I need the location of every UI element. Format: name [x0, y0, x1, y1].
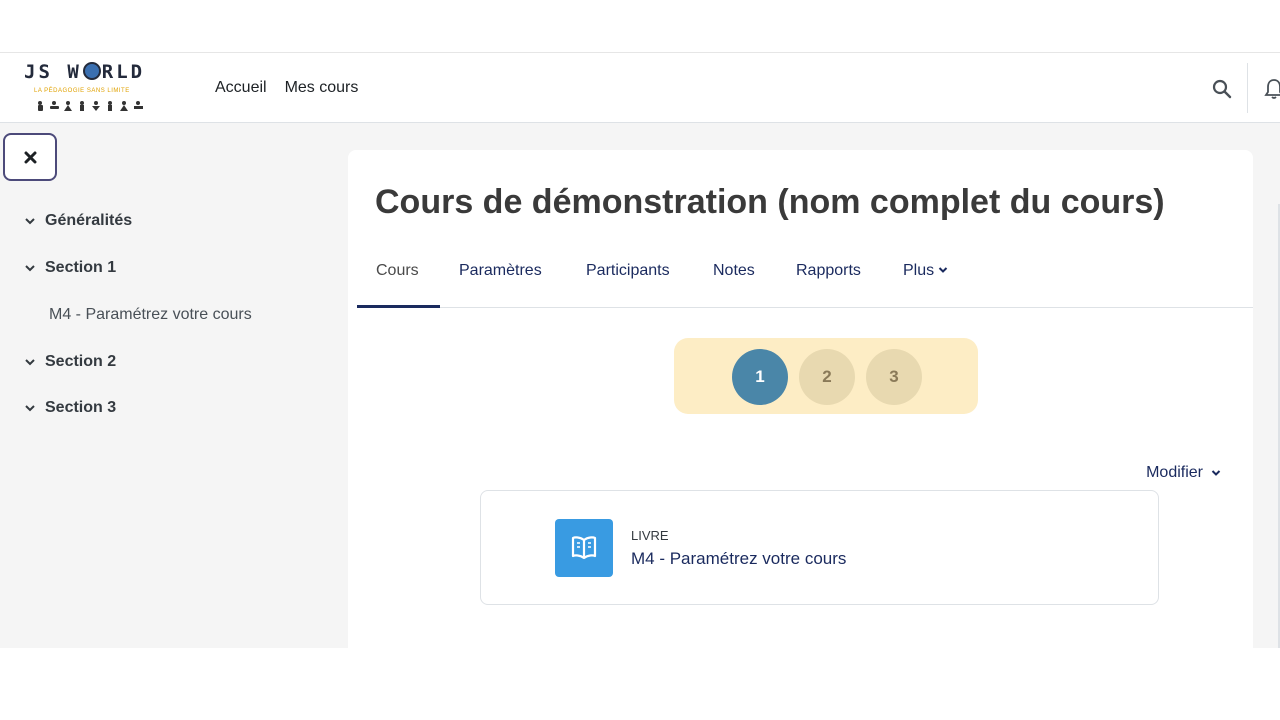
- tab-plus[interactable]: Plus: [903, 252, 948, 308]
- page-button-2[interactable]: 2: [799, 349, 855, 405]
- primary-nav: Accueil Mes cours: [215, 79, 358, 97]
- chevron-down-icon: [938, 267, 948, 273]
- tab-rapports[interactable]: Rapports: [796, 252, 861, 308]
- course-index-drawer: Généralités Section 1 M4 - Paramétrez vo…: [0, 123, 330, 648]
- globe-icon: [82, 62, 101, 80]
- site-logo[interactable]: JS W RLD LA PÉDAGOGIE SANS LIMITE: [24, 61, 164, 117]
- book-icon: [555, 519, 613, 577]
- section-pager: 1 2 3: [674, 338, 978, 414]
- chevron-down-icon: [25, 265, 35, 272]
- close-drawer-button[interactable]: [3, 133, 57, 181]
- tab-cours[interactable]: Cours: [357, 252, 440, 308]
- page-title: Cours de démonstration (nom complet du c…: [375, 183, 1165, 221]
- chevron-down-icon: [25, 359, 35, 366]
- tab-parametres[interactable]: Paramètres: [459, 252, 542, 308]
- drawer-activity-m4[interactable]: M4 - Paramétrez votre cours: [49, 306, 252, 324]
- chevron-down-icon: [1211, 470, 1221, 476]
- drawer-section-2[interactable]: Section 2: [24, 353, 116, 371]
- chevron-down-icon: [25, 405, 35, 412]
- app-frame: JS W RLD LA PÉDAGOGIE SANS LIMITE Accuei…: [0, 52, 1280, 648]
- logo-title: JS W RLD: [24, 61, 146, 83]
- chevron-down-icon: [25, 218, 35, 225]
- tab-participants[interactable]: Participants: [586, 252, 670, 308]
- page-button-1[interactable]: 1: [732, 349, 788, 405]
- course-main-region: Cours de démonstration (nom complet du c…: [348, 150, 1253, 648]
- logo-tagline: LA PÉDAGOGIE SANS LIMITE: [34, 88, 130, 94]
- nav-link-accueil[interactable]: Accueil: [215, 79, 267, 97]
- close-icon: [24, 151, 36, 163]
- activity-link[interactable]: M4 - Paramétrez votre cours: [631, 549, 846, 569]
- course-secondary-nav: Cours Paramètres Participants Notes Rapp…: [357, 252, 1253, 308]
- drawer-section-3[interactable]: Section 3: [24, 399, 116, 417]
- drawer-section-generalites[interactable]: Généralités: [24, 212, 132, 230]
- page-button-3[interactable]: 3: [866, 349, 922, 405]
- search-icon[interactable]: [1212, 79, 1232, 99]
- activity-card: LIVRE M4 - Paramétrez votre cours: [480, 490, 1159, 605]
- nav-divider: [1247, 63, 1248, 113]
- modifier-dropdown[interactable]: Modifier: [1146, 464, 1221, 482]
- nav-link-mes-cours[interactable]: Mes cours: [285, 79, 359, 97]
- top-navbar: JS W RLD LA PÉDAGOGIE SANS LIMITE Accuei…: [0, 52, 1280, 123]
- activity-type-label: LIVRE: [631, 528, 669, 543]
- tab-notes[interactable]: Notes: [713, 252, 755, 308]
- drawer-section-1[interactable]: Section 1: [24, 259, 116, 277]
- bell-icon[interactable]: [1264, 78, 1280, 100]
- logo-figures: [36, 100, 151, 115]
